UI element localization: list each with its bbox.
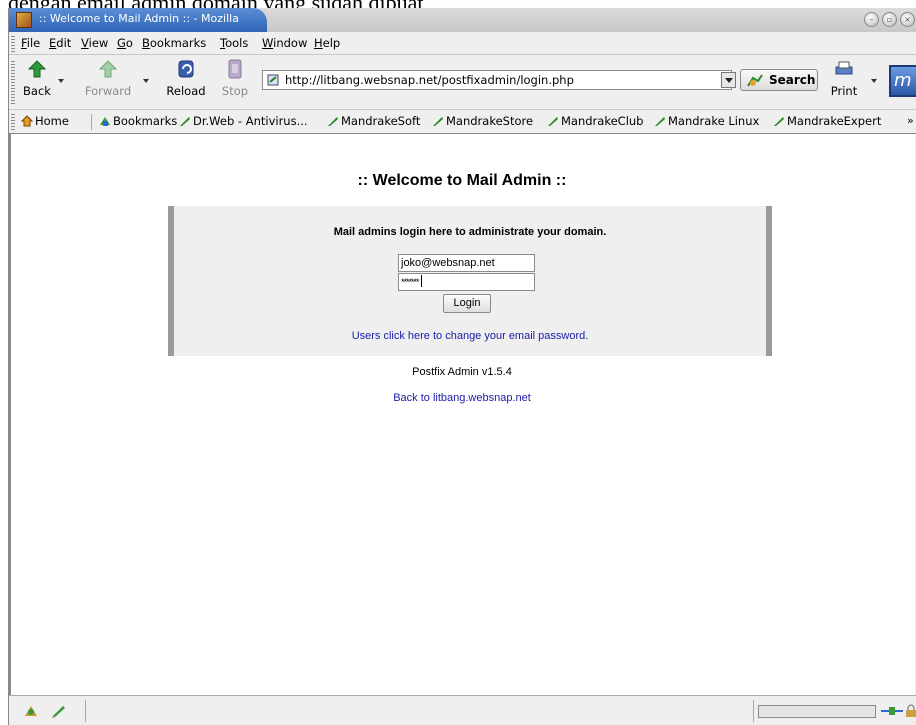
menu-file[interactable]: File [21,36,40,50]
navbar-grip[interactable] [11,59,15,105]
menubar-grip[interactable] [11,34,15,52]
search-label: Search [769,73,816,87]
print-label: Print [830,84,858,98]
search-button[interactable]: Search [740,69,818,91]
page-content: :: Welcome to Mail Admin :: Mail admins … [9,134,915,695]
menu-help[interactable]: Help [314,36,340,50]
back-to-site-link[interactable]: Back to litbang.websnap.net [9,392,915,404]
back-dropdown-icon[interactable] [58,79,64,83]
mandrake-star-icon [655,117,665,126]
stop-label: Stop [221,84,249,98]
version-text: Postfix Admin v1.5.4 [412,366,512,378]
menu-window[interactable]: Window [262,36,307,50]
bookmark-label: MandrakeClub [561,114,644,128]
reload-button[interactable]: Reload [164,59,208,98]
bookmark-mandrake-linux[interactable]: Mandrake Linux [654,114,759,128]
bookmark-bookmarks[interactable]: Bookmarks [99,114,177,128]
back-label: Back [23,84,51,98]
green-right-arrow-icon [98,60,118,78]
bookmark-label: MandrakeStore [446,114,534,128]
url-text: http://litbang.websnap.net/postfixadmin/… [285,73,574,87]
url-dropdown-icon[interactable] [721,72,736,88]
online-connection-icon[interactable] [881,704,903,718]
menu-edit[interactable]: Edit [49,36,71,50]
bookmarks-folder-icon [100,117,110,126]
mandrake-star-icon [180,117,190,126]
mail-compose-icon[interactable] [51,704,67,718]
green-left-arrow-icon [27,60,47,78]
menu-bookmarks[interactable]: Bookmarks [142,36,206,50]
bookmark-label: MandrakeSoft [341,114,421,128]
print-button[interactable]: Print [827,59,861,98]
bookmarks-toolbar: Home Bookmarks Dr.Web - Antivirus... Man… [9,110,916,134]
print-dropdown-icon[interactable] [871,79,877,83]
change-password-link[interactable]: Users click here to change your email pa… [174,330,766,342]
bookmark-label: Dr.Web - Antivirus... [193,114,308,128]
menu-tools[interactable]: Tools [220,36,248,50]
content-edge [9,134,11,695]
password-field[interactable]: ******* [398,273,535,291]
bookmark-label: MandrakeExpert [787,114,882,128]
navigation-toolbar: Back Forward Reload Stop http://litbang.… [9,55,916,110]
login-heading: Mail admins login here to administrate y… [333,226,607,238]
status-bar [9,695,916,725]
bookmark-drweb[interactable]: Dr.Web - Antivirus... [179,114,308,128]
status-divider [753,700,754,722]
bookmarks-grip[interactable] [11,112,15,131]
browser-window: :: Welcome to Mail Admin :: - Mozilla – … [8,8,916,725]
bookmark-mandrakestore[interactable]: MandrakeStore [432,114,533,128]
bookmark-label: Home [35,114,69,128]
username-field[interactable]: joko@websnap.net [398,254,535,272]
login-button[interactable]: Login [443,294,491,313]
forward-button[interactable]: Forward [83,59,133,98]
login-panel: Mail admins login here to administrate y… [168,206,772,356]
stop-button[interactable]: Stop [220,59,250,98]
mandrake-star-icon [548,117,558,126]
minimize-icon[interactable]: – [864,12,879,27]
mandrake-star-icon [433,117,443,126]
password-mask: ******* [401,277,420,287]
title-tab: :: Welcome to Mail Admin :: - Mozilla [9,8,267,32]
username-value: joko@websnap.net [401,257,495,269]
url-bar[interactable]: http://litbang.websnap.net/postfixadmin/… [262,70,732,90]
page-icon [267,74,279,86]
bookmark-mandrakeclub[interactable]: MandrakeClub [547,114,643,128]
search-icon [747,74,763,87]
maximize-icon[interactable]: ▫ [882,12,897,27]
stop-icon [228,59,242,79]
printer-icon [835,61,853,75]
menu-bar: File Edit View Go Bookmarks Tools Window… [9,32,916,55]
forward-dropdown-icon[interactable] [143,79,149,83]
back-button[interactable]: Back [22,59,52,98]
bookmark-mandrakeexpert[interactable]: MandrakeExpert [773,114,881,128]
home-icon [21,115,33,127]
bookmark-label: Bookmarks [113,114,178,128]
mandrake-star-icon [774,117,784,126]
bookmark-home[interactable]: Home [21,114,69,128]
bookmark-mandrakesoft[interactable]: MandrakeSoft [327,114,420,128]
toolbar-separator [91,114,92,130]
reload-label: Reload [166,84,206,98]
menu-go[interactable]: Go [117,36,133,50]
menu-view[interactable]: View [81,36,108,50]
mandrake-star-icon [328,117,338,126]
close-icon[interactable]: × [900,12,915,27]
window-title: :: Welcome to Mail Admin :: - Mozilla [39,12,239,25]
reload-icon [178,60,194,78]
progress-meter [758,705,876,718]
forward-label: Forward [84,84,132,98]
security-lock-icon[interactable] [905,704,916,718]
page-title: :: Welcome to Mail Admin :: [357,172,567,189]
mozilla-throbber-logo[interactable]: m [889,65,916,97]
mozilla-app-icon[interactable] [16,12,32,28]
bookmark-label: Mandrake Linux [668,114,760,128]
more-bookmarks-chevron-icon[interactable]: » [907,114,914,127]
status-divider [85,700,86,722]
title-bar: :: Welcome to Mail Admin :: - Mozilla – … [9,8,916,32]
component-bar-icon[interactable] [23,704,39,718]
text-caret [420,275,422,287]
